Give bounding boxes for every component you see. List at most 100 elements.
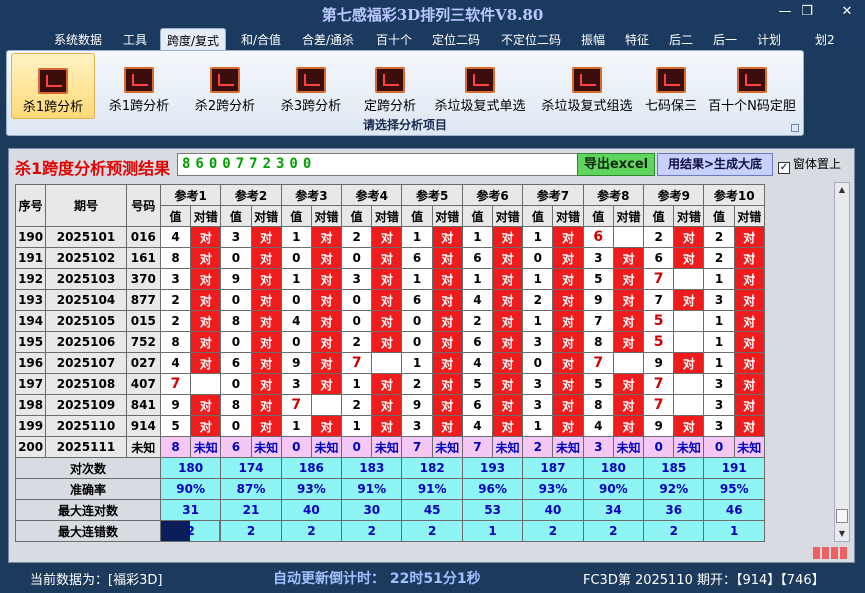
minimize-button[interactable]: — (775, 4, 795, 20)
ribbon-kill-three-span[interactable]: 杀3跨分析 (269, 53, 353, 119)
scroll-thumb[interactable] (836, 509, 848, 523)
ribbon-junk-compound-single[interactable]: 杀垃圾复式单选 (428, 53, 532, 119)
table-row[interactable]: 200 2025111 未知 8 未知 6 未知 0 未知 0 未知 7 未知 7 未知 2 未知 3 未知 0 未知 0… (14, 436, 766, 458)
result-field[interactable]: 8600772300 (177, 153, 584, 176)
stat-value: 93% (280, 478, 343, 500)
pin-window-checkbox[interactable]: ✓ 窗体置上 (778, 155, 841, 174)
status-current-data: 当前数据为：[福彩3D] (30, 573, 163, 588)
menu-diff-kill[interactable]: 合差/通杀 (302, 31, 354, 48)
ref-value-cell: 6 (582, 226, 614, 248)
menu-system-data[interactable]: 系统数据 (54, 31, 102, 48)
status-bar: 当前数据为：[福彩3D] 自动更新倒计时： 22时51分1秒 FC3D第 202… (0, 563, 865, 593)
ribbon-kill-two-span[interactable]: 杀2跨分析 (183, 53, 267, 119)
table-row[interactable]: 193 2025104 877 2 对 0 对 0 对 0 对 6 对 4 对 2 对 9 对 7 对 3 对 (14, 289, 766, 311)
close-button[interactable]: ✕ (837, 4, 857, 20)
ref-result-cell: 对 (371, 415, 403, 437)
table-row[interactable]: 191 2025102 161 8 对 0 对 0 对 0 对 6 对 6 对 0 对 3 对 6 对 2 对 (14, 247, 766, 269)
row-no: 195 (14, 331, 47, 353)
restore-button[interactable]: ❐ (797, 4, 817, 20)
checkbox-icon[interactable]: ✓ (778, 162, 790, 174)
ribbon-junk-compound-group[interactable]: 杀垃圾复式组选 (535, 53, 639, 119)
table-row[interactable]: 199 2025110 914 5 对 0 对 1 对 1 对 3 对 4 对 1 对 4 对 9 对 3 对 (14, 415, 766, 437)
ref-result-cell: 对 (190, 415, 222, 437)
ref-result-cell: 对 (310, 331, 343, 353)
menu-plan-2[interactable]: 划2 (815, 31, 835, 48)
ref-result-cell: 对 (733, 247, 766, 269)
menu-tools[interactable]: 工具 (123, 31, 147, 48)
menu-sum[interactable]: 和/合值 (241, 31, 281, 48)
scroll-down-icon[interactable]: ▼ (835, 527, 849, 541)
ref-result-cell: 对 (371, 247, 403, 269)
table-row[interactable]: 197 2025108 407 7 0 对 3 对 1 对 2 对 5 对 3 对 5 对 7 3 对 (14, 373, 766, 395)
ref-value-cell: 1 (280, 226, 312, 248)
ref-result-cell: 对 (431, 394, 463, 416)
ribbon-button-label: 杀垃圾复式单选 (434, 99, 526, 114)
ribbon-seven-keep-three[interactable]: 七码保三 (641, 53, 701, 119)
ref-value-cell: 5 (159, 415, 192, 437)
table-row[interactable]: 198 2025109 841 9 对 8 对 7 2 对 9 对 6 对 3 对 8 对 7 3 对 (14, 394, 766, 416)
menu-fixed-two[interactable]: 定位二码 (432, 31, 480, 48)
subheader-value: 值 (159, 205, 192, 227)
subheader-result: 对错 (612, 205, 645, 227)
ref-value-cell: 2 (341, 226, 373, 248)
menu-last-one[interactable]: 后一 (713, 31, 737, 48)
scroll-up-icon[interactable]: ▲ (835, 183, 849, 197)
menu-amplitude[interactable]: 振幅 (581, 31, 605, 48)
ref-value-cell: 8 (220, 394, 252, 416)
vertical-scrollbar[interactable]: ▲ ▼ (834, 182, 850, 542)
export-excel-button[interactable]: 导出excel (577, 153, 655, 176)
header-ref-10: 参考10 (703, 184, 765, 206)
ref-value-cell: 9 (643, 415, 675, 437)
ref-result-cell: 未知 (431, 436, 463, 458)
ref-result-cell: 对 (612, 331, 645, 353)
table-row[interactable]: 196 2025107 027 4 对 6 对 9 对 7 1 对 4 对 0 对 7 9 对 1 对 (14, 352, 766, 374)
ref-value-cell: 6 (461, 331, 494, 353)
ribbon-kill-one-span-selected[interactable]: 杀1跨分析 (11, 53, 95, 119)
table-row[interactable]: 194 2025105 015 2 对 8 对 4 对 0 对 0 对 2 对 1 对 7 对 5 1 对 (14, 310, 766, 332)
ref-value-cell: 1 (280, 415, 312, 437)
menu-plan[interactable]: 计划 (757, 31, 781, 48)
table-row[interactable]: 190 2025101 016 4 对 3 对 1 对 2 对 1 对 1 对 1 对 6 2 对 2 对 (14, 226, 766, 248)
menu-span-compound[interactable]: 跨度/复式 (160, 28, 227, 50)
chart-icon (465, 67, 495, 93)
header-no: 序号 (14, 184, 47, 227)
ref-result-cell: 对 (371, 310, 403, 332)
subheader-result: 对错 (431, 205, 463, 227)
analysis-panel: 杀1跨度分析预测结果 8600772300 导出excel 用结果>生成大底 ✓… (8, 148, 855, 563)
menu-digits[interactable]: 百十个 (376, 31, 412, 48)
ribbon-launcher-icon[interactable] (791, 124, 799, 132)
ref-result-cell: 对 (733, 268, 766, 290)
stat-value: 2 (401, 520, 463, 542)
progress-indicator (813, 547, 851, 561)
ref-result-cell: 对 (431, 247, 463, 269)
menu-feature[interactable]: 特征 (625, 31, 649, 48)
ref-value-cell: 3 (703, 373, 735, 395)
ref-result-cell: 对 (612, 394, 645, 416)
stat-value: 36 (643, 499, 705, 521)
chart-icon (38, 68, 68, 94)
row-code: 015 (125, 310, 161, 332)
ribbon-kill-one-span[interactable]: 杀1跨分析 (97, 53, 181, 119)
ref-value-cell: 2 (159, 289, 192, 311)
ribbon-fixed-span[interactable]: 定跨分析 (355, 53, 425, 119)
table-row[interactable]: 195 2025106 752 8 对 0 对 0 对 2 对 0 对 6 对 3 对 8 对 5 1 对 (14, 331, 766, 353)
generate-base-button[interactable]: 用结果>生成大底 (657, 153, 773, 176)
stat-value: 182 (401, 457, 463, 479)
row-code: 841 (125, 394, 161, 416)
menu-last-two[interactable]: 后二 (669, 31, 693, 48)
ref-value-cell: 6 (461, 394, 494, 416)
menu-unfixed-two[interactable]: 不定位二码 (501, 31, 561, 48)
ref-value-cell: 0 (401, 310, 433, 332)
ref-value-cell: 3 (703, 394, 735, 416)
ref-value-cell: 5 (461, 373, 494, 395)
menu-bar: 系统数据 工具 跨度/复式 和/合值 合差/通杀 百十个 定位二码 不定位二码 … (0, 28, 865, 50)
ref-value-cell: 6 (401, 289, 433, 311)
subheader-result: 对错 (673, 205, 705, 227)
ref-value-cell: 0 (220, 415, 252, 437)
ribbon-n-code-gall[interactable]: 百十个N码定胆 (704, 53, 800, 119)
row-no: 194 (14, 310, 47, 332)
table-row[interactable]: 192 2025103 370 3 对 9 对 1 对 3 对 1 对 1 对 1 对 5 对 7 1 对 (14, 268, 766, 290)
subheader-value: 值 (522, 205, 554, 227)
ref-value-cell: 7 (582, 310, 614, 332)
ref-result-cell: 对 (492, 331, 524, 353)
